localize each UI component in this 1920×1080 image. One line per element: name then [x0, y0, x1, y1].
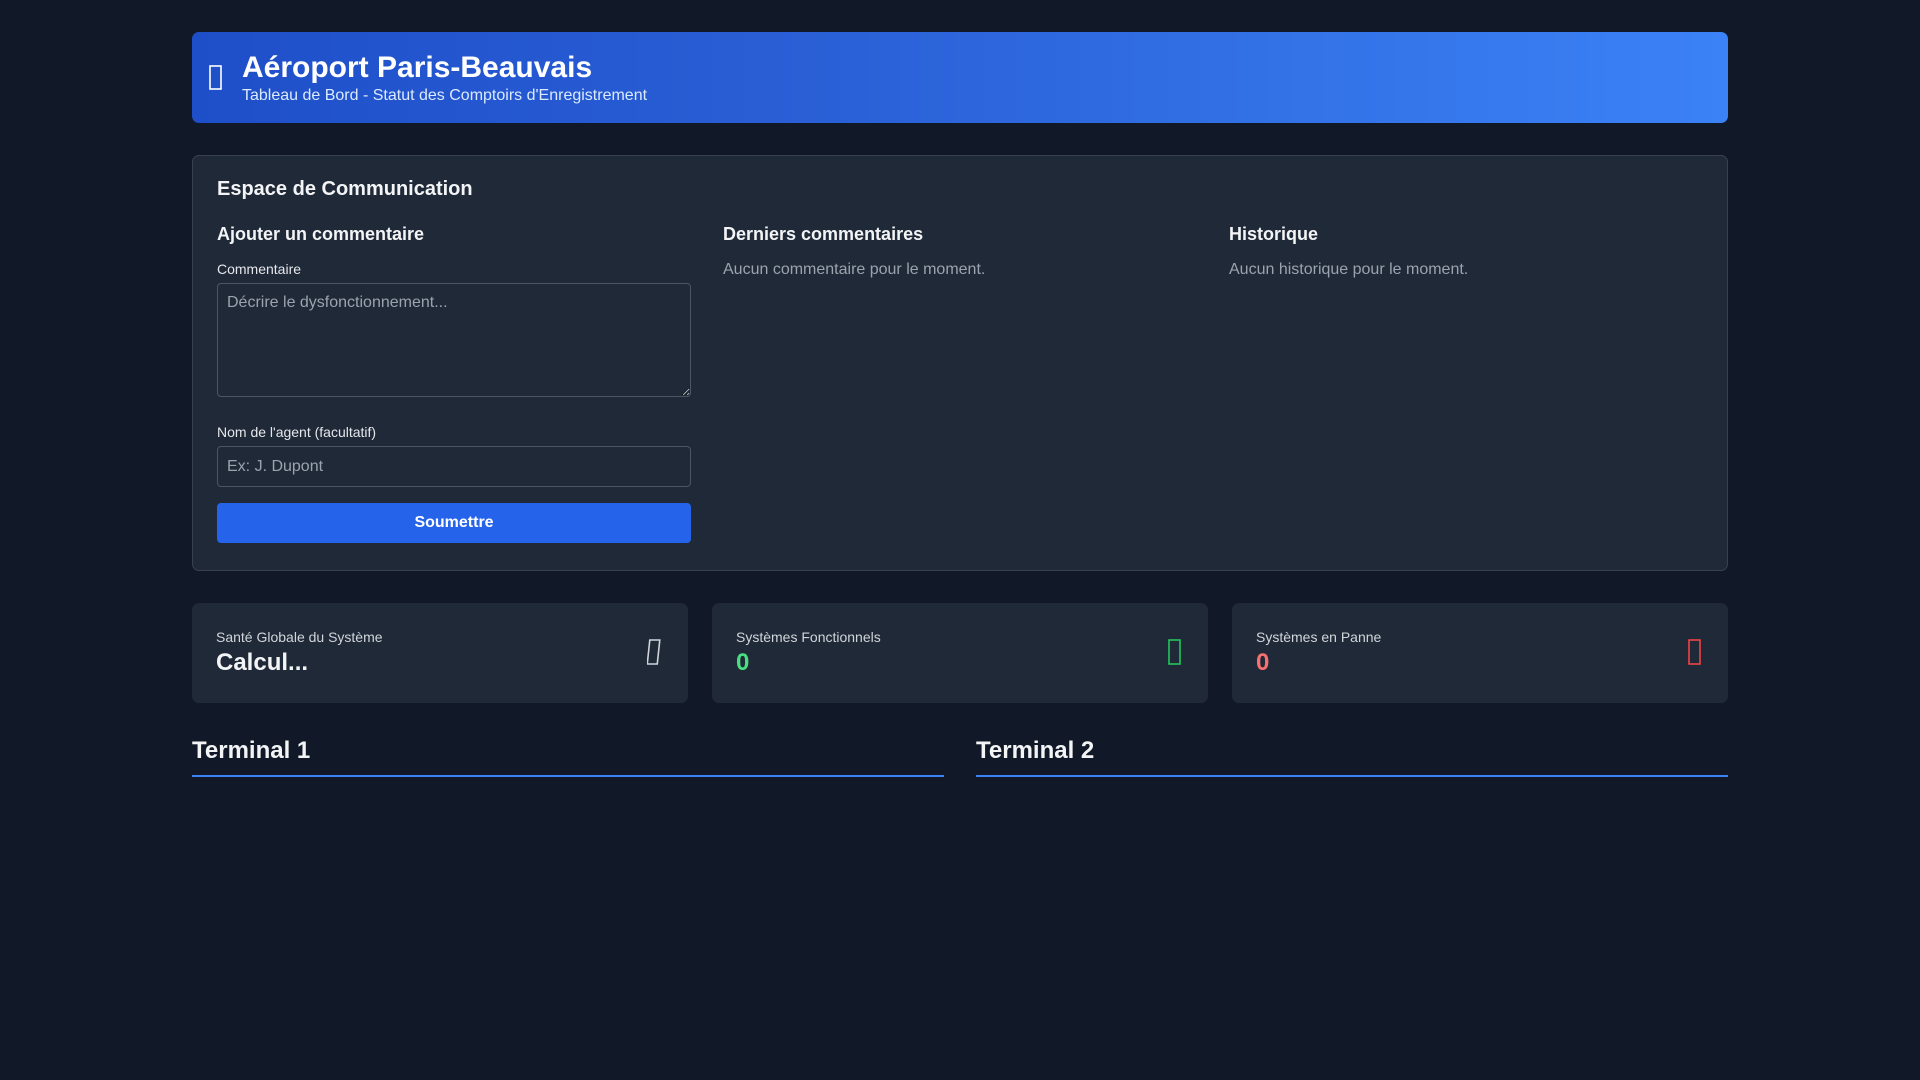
- history-heading: Historique: [1229, 224, 1319, 244]
- stats-row: Santé Globale du Système Calcul... Systè…: [192, 603, 1728, 703]
- terminals-row: Terminal 1 Terminal 2: [192, 737, 1728, 777]
- terminal-1-section: Terminal 1: [192, 737, 944, 777]
- header-banner: Aéroport Paris-Beauvais Tableau de Bord …: [192, 32, 1728, 123]
- submit-button[interactable]: Soumettre: [217, 503, 691, 543]
- add-comment-heading: Ajouter un commentaire: [217, 224, 425, 244]
- recent-comments-heading: Derniers commentaires: [723, 224, 924, 244]
- stat-card-health: Santé Globale du Système Calcul...: [192, 603, 688, 703]
- check-circle-icon: [1166, 638, 1184, 668]
- recent-comments-section: Derniers commentaires Aucun commentaire …: [723, 223, 1197, 543]
- heartbeat-icon: [646, 638, 664, 668]
- page-title: Aéroport Paris-Beauvais: [242, 50, 593, 84]
- stat-value: Calcul...: [216, 649, 309, 676]
- stat-label: Santé Globale du Système: [216, 629, 383, 645]
- comment-textarea[interactable]: [217, 283, 691, 397]
- terminal-1-title: Terminal 1: [192, 737, 311, 764]
- agent-name-label: Nom de l'agent (facultatif): [217, 424, 377, 440]
- plane-icon: [208, 63, 226, 93]
- stat-label: Systèmes Fonctionnels: [736, 629, 881, 645]
- stat-card-functional: Systèmes Fonctionnels 0: [712, 603, 1208, 703]
- stat-value: 0: [736, 649, 750, 676]
- comment-label: Commentaire: [217, 261, 302, 277]
- terminal-2-title: Terminal 2: [976, 737, 1095, 764]
- communication-grid: Ajouter un commentaire Commentaire Nom d…: [217, 223, 1703, 543]
- communication-panel: Espace de Communication Ajouter un comme…: [192, 155, 1728, 571]
- stat-value: 0: [1256, 649, 1270, 676]
- header-text: Aéroport Paris-Beauvais Tableau de Bord …: [242, 51, 647, 105]
- history-empty: Aucun historique pour le moment.: [1229, 261, 1469, 278]
- stat-card-failure: Systèmes en Panne 0: [1232, 603, 1728, 703]
- warning-icon: [1686, 638, 1704, 668]
- add-comment-section: Ajouter un commentaire Commentaire Nom d…: [217, 223, 691, 543]
- history-section: Historique Aucun historique pour le mome…: [1229, 223, 1703, 543]
- terminal-2-section: Terminal 2: [976, 737, 1728, 777]
- agent-name-input[interactable]: [217, 446, 691, 487]
- stat-label: Systèmes en Panne: [1256, 629, 1382, 645]
- recent-comments-empty: Aucun commentaire pour le moment.: [723, 261, 986, 278]
- communication-title: Espace de Communication: [217, 178, 473, 200]
- page-subtitle: Tableau de Bord - Statut des Comptoirs d…: [242, 86, 648, 104]
- dashboard: Aéroport Paris-Beauvais Tableau de Bord …: [192, 32, 1728, 777]
